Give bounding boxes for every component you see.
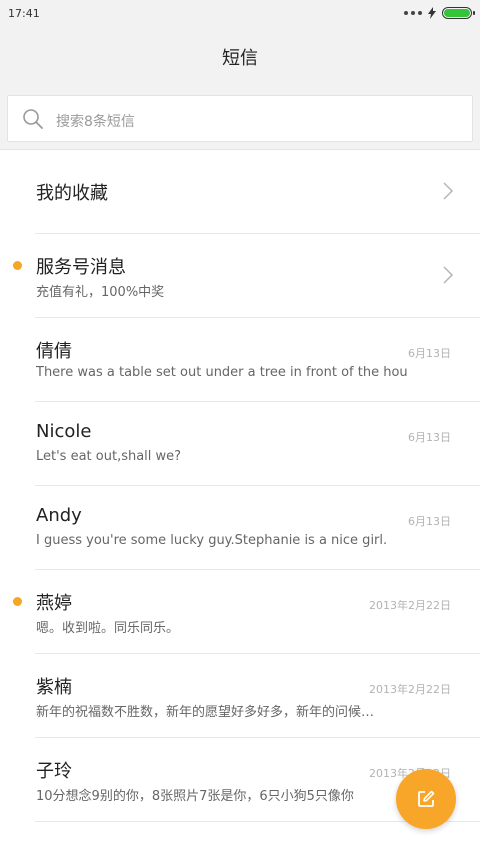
app-header: 短信: [0, 28, 480, 86]
status-time: 17:41: [8, 7, 40, 20]
conversation-date: 2013年2月22日: [369, 599, 451, 612]
conversation-preview: 10分想念9别的你，8张照片7张是你，6只小狗5只像你: [36, 789, 354, 804]
search-icon: [23, 109, 43, 129]
conversation-name: 燕婷: [36, 593, 72, 614]
status-bar: 17:41: [0, 0, 480, 28]
conversation-name: 紫楠: [36, 677, 72, 698]
chevron-right-icon: [443, 266, 454, 284]
conversation-name: Nicole: [36, 421, 92, 442]
conversation-name: 子玲: [36, 761, 72, 782]
conversation-preview: 新年的祝福数不胜数，新年的愿望好多好多，新年的问候…: [36, 705, 375, 720]
conversation-preview: 嗯。收到啦。同乐同乐。: [36, 621, 180, 636]
conversation-name: 服务号消息: [36, 257, 126, 278]
conversation-preview: I guess you're some lucky guy.Stephanie …: [36, 533, 388, 548]
conversation-preview: Let's eat out,shall we?: [36, 449, 182, 464]
conversation-date: 2013年2月22日: [369, 683, 451, 696]
list-item-service-messages[interactable]: 服务号消息 充值有礼，100%中奖: [0, 234, 480, 318]
search-bar-container: 搜索8条短信: [0, 86, 480, 150]
list-item-conversation[interactable]: 倩倩 6月13日 There was a table set out under…: [0, 318, 480, 402]
list-item-conversation[interactable]: Nicole 6月13日 Let's eat out,shall we?: [0, 402, 480, 486]
more-dots-icon: [404, 11, 422, 15]
conversation-preview: 充值有礼，100%中奖: [36, 285, 165, 300]
status-icons: [404, 7, 475, 19]
search-input[interactable]: 搜索8条短信: [7, 95, 473, 142]
list-item-conversation[interactable]: Andy 6月13日 I guess you're some lucky guy…: [0, 486, 480, 570]
battery-icon: [442, 7, 475, 19]
chevron-right-icon: [443, 182, 454, 200]
search-placeholder: 搜索8条短信: [56, 114, 135, 130]
list-item-favorites[interactable]: 我的收藏: [0, 150, 480, 234]
page-title: 短信: [222, 48, 258, 69]
charging-icon: [428, 7, 436, 19]
conversation-preview: There was a table set out under a tree i…: [36, 365, 408, 380]
list-item-conversation[interactable]: 燕婷 2013年2月22日 嗯。收到啦。同乐同乐。: [0, 570, 480, 654]
conversation-date: 6月13日: [408, 515, 451, 528]
conversation-date: 6月13日: [408, 431, 451, 444]
conversation-date: 6月13日: [408, 347, 451, 360]
compose-icon: [418, 790, 435, 807]
conversation-name: 倩倩: [36, 341, 72, 362]
compose-button[interactable]: [396, 769, 456, 829]
list-item-conversation[interactable]: 紫楠 2013年2月22日 新年的祝福数不胜数，新年的愿望好多好多，新年的问候…: [0, 654, 480, 738]
unread-dot: [13, 261, 22, 270]
unread-dot: [13, 597, 22, 606]
conversation-name: Andy: [36, 505, 82, 526]
conversation-list: 我的收藏 服务号消息 充值有礼，100%中奖 倩倩 6月13日 There wa…: [0, 150, 480, 853]
conversation-name: 我的收藏: [36, 183, 108, 204]
